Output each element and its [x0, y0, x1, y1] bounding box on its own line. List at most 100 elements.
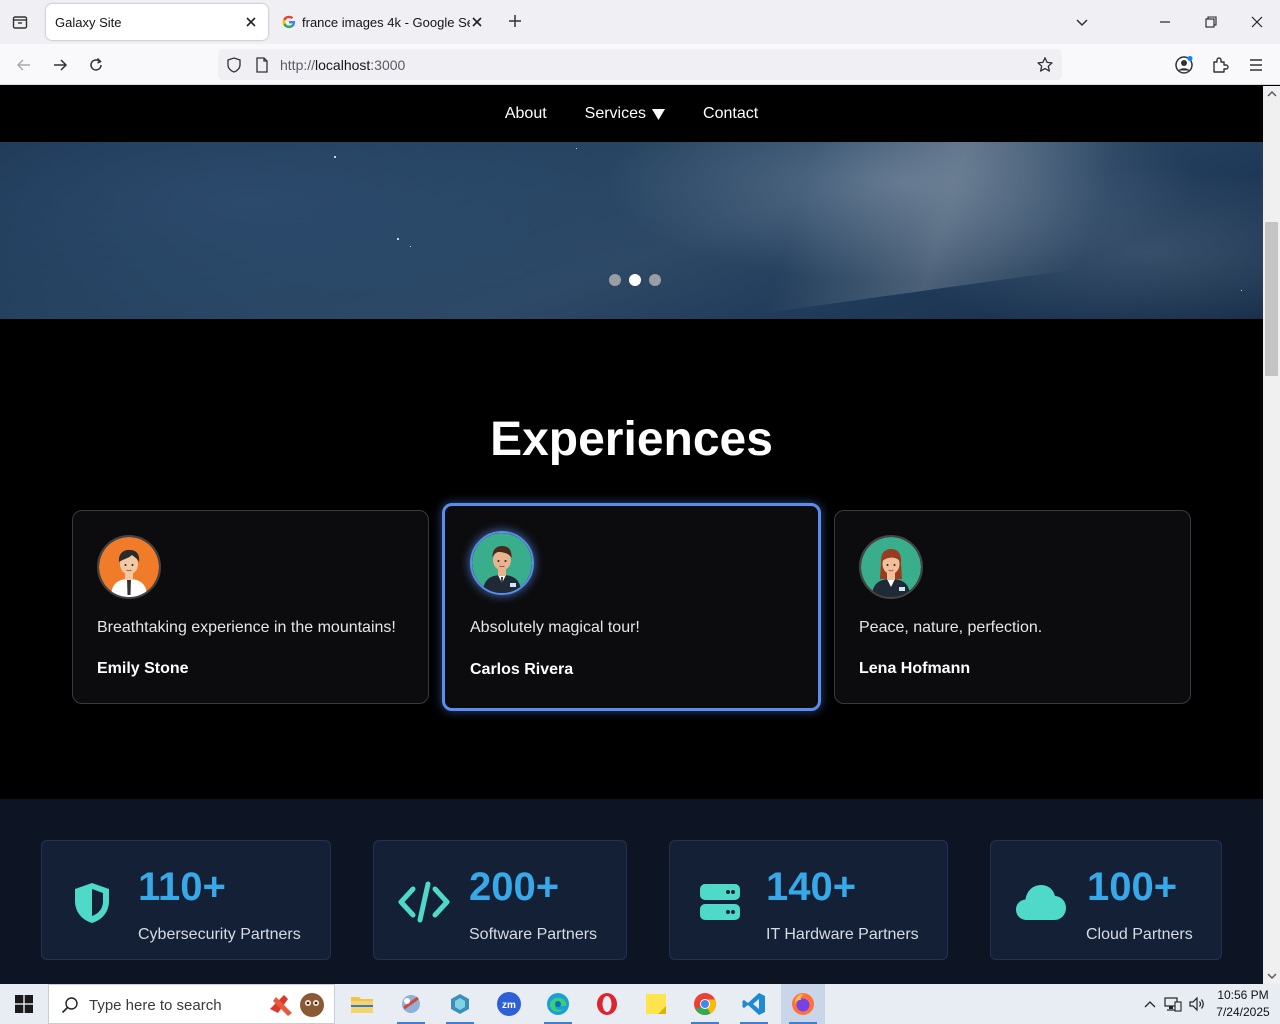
browser-tab-bar: Galaxy Site france images 4k - Google Se… [0, 0, 1280, 44]
server-icon [700, 884, 740, 920]
file-explorer-icon[interactable] [340, 984, 384, 1024]
avatar [97, 535, 161, 599]
testimonial-author: Carlos Rivera [470, 661, 574, 678]
opera-icon[interactable] [585, 984, 629, 1024]
hero-mountain-ridge [691, 142, 1263, 319]
nav-about[interactable]: About [505, 105, 547, 123]
carousel-indicators [609, 274, 661, 286]
reload-icon[interactable] [82, 52, 110, 78]
chrome-icon[interactable] [683, 984, 727, 1024]
page-scrollbar[interactable] [1263, 86, 1280, 984]
account-icon[interactable] [1172, 53, 1196, 77]
url-port: :3000 [370, 57, 406, 73]
dropdown-caret-icon [652, 108, 666, 120]
sticky-notes-icon[interactable] [634, 984, 678, 1024]
star [410, 246, 411, 247]
restore-icon[interactable] [1197, 8, 1225, 36]
firefox-icon[interactable] [781, 984, 825, 1024]
stat-label: IT Hardware Partners [766, 926, 919, 943]
vscode-icon[interactable] [732, 984, 776, 1024]
tab-title: Galaxy Site [55, 14, 122, 30]
tab-galaxy-site[interactable]: Galaxy Site [46, 4, 268, 40]
windows-start-icon[interactable] [0, 984, 48, 1024]
hero-carousel [0, 142, 1263, 319]
shield-icon [75, 883, 109, 923]
volume-icon[interactable] [1186, 984, 1208, 1024]
forward-arrow-icon[interactable] [46, 52, 74, 78]
search-highlight-icon [270, 993, 324, 1017]
extensions-icon[interactable] [1208, 53, 1232, 77]
clock-time: 10:56 PM [1217, 988, 1269, 1002]
star [334, 156, 336, 158]
url-host: localhost [315, 57, 371, 73]
url-bar[interactable]: http://localhost:3000 [218, 49, 1062, 80]
url-prefix: http:// [280, 57, 316, 73]
carousel-dot-1[interactable] [609, 274, 621, 286]
bookmark-star-icon[interactable] [1034, 54, 1056, 76]
close-tab-icon[interactable] [468, 13, 486, 31]
close-window-icon[interactable] [1243, 8, 1271, 36]
partners-stats-section: 110+ Cybersecurity Partners 200+ Softwar… [0, 799, 1263, 984]
tracking-shield-icon[interactable] [224, 55, 244, 75]
url-text[interactable]: http://localhost:3000 [280, 57, 405, 73]
close-tab-icon[interactable] [242, 13, 260, 31]
dev-app-icon[interactable] [438, 984, 482, 1024]
testimonial-quote: Absolutely magical tour! [470, 619, 640, 636]
stat-value: 100+ [1087, 865, 1178, 909]
tab-list-icon[interactable] [8, 10, 32, 34]
snipping-tool-icon[interactable] [389, 984, 433, 1024]
star [397, 238, 399, 240]
search-icon [61, 997, 78, 1014]
stat-card-cloud: 100+ Cloud Partners [990, 840, 1222, 960]
taskbar-clock[interactable]: 10:56 PM 7/24/2025 [1210, 987, 1276, 1021]
testimonial-card[interactable]: Peace, nature, perfection. Lena Hofmann [834, 510, 1191, 704]
testimonial-author: Emily Stone [97, 660, 189, 677]
stat-value: 110+ [138, 865, 226, 909]
new-tab-icon[interactable] [504, 10, 526, 32]
menu-hamburger-icon[interactable] [1244, 53, 1268, 77]
stat-label: Cybersecurity Partners [138, 926, 301, 943]
cloud-icon [1016, 885, 1066, 920]
minimize-icon[interactable] [1151, 8, 1179, 36]
testimonial-card[interactable]: Breathtaking experience in the mountains… [72, 510, 429, 704]
search-placeholder: Type here to search [89, 997, 222, 1014]
edge-icon[interactable] [536, 984, 580, 1024]
carousel-dot-2[interactable] [629, 274, 641, 286]
scrollbar-thumb[interactable] [1265, 222, 1278, 376]
nav-services-label: Services [584, 105, 647, 122]
stat-card-it-hardware: 140+ IT Hardware Partners [669, 840, 948, 960]
page-info-icon[interactable] [252, 55, 272, 75]
zoom-icon[interactable]: zm [487, 984, 531, 1024]
stat-card-cybersecurity: 110+ Cybersecurity Partners [41, 840, 331, 960]
stat-label: Cloud Partners [1086, 926, 1193, 943]
code-icon [398, 881, 450, 923]
google-icon [282, 15, 296, 29]
star [576, 148, 577, 149]
testimonial-quote: Peace, nature, perfection. [859, 619, 1043, 636]
stat-label: Software Partners [469, 926, 598, 943]
browser-toolbar: http://localhost:3000 [0, 44, 1280, 85]
scroll-down-icon[interactable] [1266, 970, 1277, 981]
tab-google-search[interactable]: france images 4k - Google Search [272, 4, 494, 40]
carousel-dot-3[interactable] [649, 274, 661, 286]
nav-services[interactable]: Services [584, 105, 666, 123]
chevron-down-icon[interactable] [1072, 12, 1092, 32]
scroll-up-icon[interactable] [1266, 88, 1277, 99]
windows-taskbar: Type here to search zm 10:56 PM 7/24/202… [0, 984, 1280, 1024]
testimonial-card-featured[interactable]: Absolutely magical tour! Carlos Rivera [442, 503, 821, 711]
tab-title: france images 4k - Google Search [302, 14, 470, 30]
nav-contact[interactable]: Contact [703, 105, 758, 123]
testimonial-quote: Breathtaking experience in the mountains… [97, 619, 396, 636]
testimonial-author: Lena Hofmann [859, 660, 971, 677]
stat-value: 200+ [469, 865, 560, 909]
stat-value: 140+ [766, 865, 857, 909]
svg-text:zm: zm [502, 1000, 516, 1011]
stat-card-software: 200+ Software Partners [373, 840, 627, 960]
network-icon[interactable] [1162, 984, 1184, 1024]
experiences-heading: Experiences [490, 413, 773, 466]
avatar [859, 535, 923, 599]
show-hidden-icons-icon[interactable] [1140, 984, 1160, 1024]
site-navigation: About Services Contact [0, 86, 1263, 142]
back-arrow-icon[interactable] [10, 52, 38, 78]
taskbar-search-box[interactable]: Type here to search [48, 984, 335, 1024]
